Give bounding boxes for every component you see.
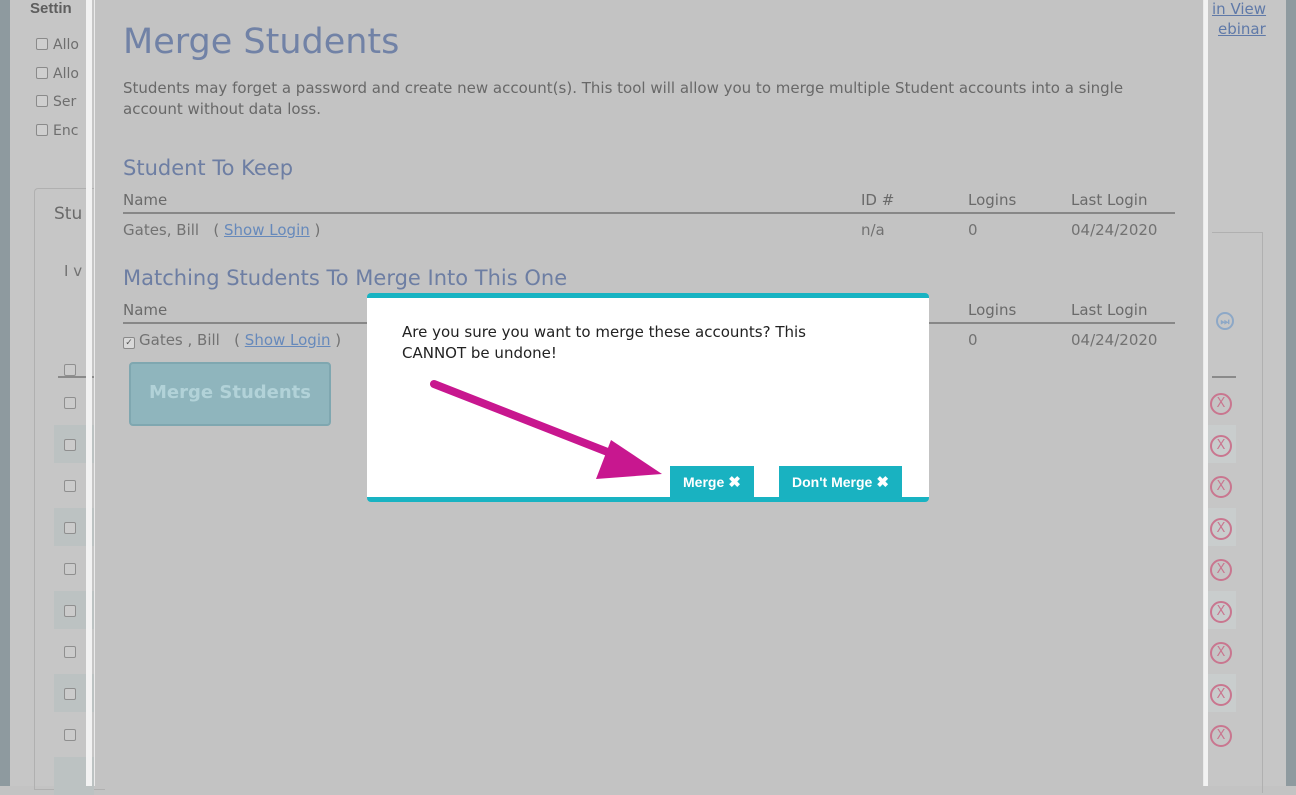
setting-option-label: Enc xyxy=(53,123,79,139)
background-select-all-checkbox[interactable] xyxy=(64,364,76,376)
setting-option[interactable]: Allo xyxy=(36,37,79,53)
merge-students-button[interactable]: Merge Students xyxy=(129,362,331,426)
delete-icon[interactable]: X xyxy=(1210,725,1232,747)
setting-option[interactable]: Allo xyxy=(36,66,79,82)
column-header-name: Name xyxy=(123,301,168,319)
student-logins: 0 xyxy=(968,221,978,239)
paren-open: ( xyxy=(213,221,220,239)
delete-icon[interactable]: X xyxy=(1210,393,1232,415)
close-icon: ✖ xyxy=(728,474,741,491)
paren-close: ) xyxy=(335,331,342,349)
student-logins: 0 xyxy=(968,331,978,349)
close-icon: ✖ xyxy=(876,474,889,491)
background-link[interactable]: ebinar xyxy=(1218,20,1266,38)
background-row-checkbox[interactable] xyxy=(64,397,76,409)
show-login-link[interactable]: Show Login xyxy=(224,221,310,239)
matching-students-heading: Matching Students To Merge Into This One xyxy=(123,266,568,290)
confirm-merge-dialog: Are you sure you want to merge these acc… xyxy=(367,293,929,502)
column-header-last-login: Last Login xyxy=(1071,191,1148,209)
window-edge-left xyxy=(0,0,10,786)
merge-confirm-label: Merge xyxy=(683,474,725,490)
dialog-edge-left xyxy=(86,0,92,786)
background-row-checkbox[interactable] xyxy=(64,439,76,451)
paren-open: ( xyxy=(234,331,241,349)
column-header-logins: Logins xyxy=(968,301,1017,319)
background-panel-text: I v xyxy=(64,262,83,280)
window-edge-right xyxy=(1286,0,1296,786)
modal-description: Students may forget a password and creat… xyxy=(123,79,1124,118)
checkbox-icon xyxy=(36,38,48,50)
delete-icon[interactable]: X xyxy=(1210,642,1232,664)
modal-title: Merge Students xyxy=(123,22,400,62)
background-row-checkbox[interactable] xyxy=(64,646,76,658)
background-row-checkbox[interactable] xyxy=(64,563,76,575)
delete-icon[interactable]: X xyxy=(1210,435,1232,457)
setting-option-label: Allo xyxy=(53,66,79,82)
student-name-cell: Gates, Bill ( Show Login ) xyxy=(123,221,320,239)
settings-heading: Settin xyxy=(30,0,72,17)
delete-icon[interactable]: X xyxy=(1210,518,1232,540)
background-panel-title: Stu xyxy=(54,204,83,224)
merge-confirm-button[interactable]: Merge ✖ xyxy=(670,466,754,499)
confirm-message: Are you sure you want to merge these acc… xyxy=(402,323,806,362)
delete-icon[interactable]: X xyxy=(1210,476,1232,498)
setting-option-label: Allo xyxy=(53,37,79,53)
keep-table-header: Name ID # Logins Last Login xyxy=(123,188,1175,214)
delete-icon[interactable]: X xyxy=(1210,559,1232,581)
next-page-icon[interactable]: ⏭ xyxy=(1216,312,1234,330)
background-row-checkbox[interactable] xyxy=(64,522,76,534)
column-header-name: Name xyxy=(123,191,168,209)
setting-option[interactable]: Enc xyxy=(36,123,78,139)
setting-option[interactable]: Ser xyxy=(36,94,76,110)
column-header-last-login: Last Login xyxy=(1071,301,1148,319)
student-name: Gates , Bill xyxy=(139,331,220,349)
checkbox-icon xyxy=(36,124,48,136)
background-row-checkbox[interactable] xyxy=(64,480,76,492)
delete-icon[interactable]: X xyxy=(1210,601,1232,623)
student-name-cell: ✓ Gates , Bill ( Show Login ) xyxy=(123,331,341,349)
setting-option-label: Ser xyxy=(53,94,77,110)
background-row-checkbox[interactable] xyxy=(64,729,76,741)
checkbox-icon xyxy=(36,95,48,107)
show-login-link[interactable]: Show Login xyxy=(245,331,331,349)
dont-merge-button[interactable]: Don't Merge ✖ xyxy=(779,466,902,499)
background-table-rule xyxy=(1212,376,1236,378)
background-row-checkbox[interactable] xyxy=(64,688,76,700)
student-last-login: 04/24/2020 xyxy=(1071,331,1158,349)
merge-student-checkbox[interactable]: ✓ xyxy=(123,337,135,349)
column-header-logins: Logins xyxy=(968,191,1017,209)
student-to-keep-heading: Student To Keep xyxy=(123,156,294,180)
background-link[interactable]: in View xyxy=(1212,0,1266,18)
background-row-checkbox[interactable] xyxy=(64,605,76,617)
student-name: Gates, Bill xyxy=(123,221,200,239)
student-id: n/a xyxy=(861,221,885,239)
dont-merge-label: Don't Merge xyxy=(792,474,873,490)
keep-table-row: Gates, Bill ( Show Login ) n/a 0 04/24/2… xyxy=(123,218,1175,242)
paren-close: ) xyxy=(314,221,321,239)
checkbox-icon xyxy=(36,67,48,79)
column-header-id: ID # xyxy=(861,191,895,209)
delete-icon[interactable]: X xyxy=(1210,684,1232,706)
student-last-login: 04/24/2020 xyxy=(1071,221,1158,239)
